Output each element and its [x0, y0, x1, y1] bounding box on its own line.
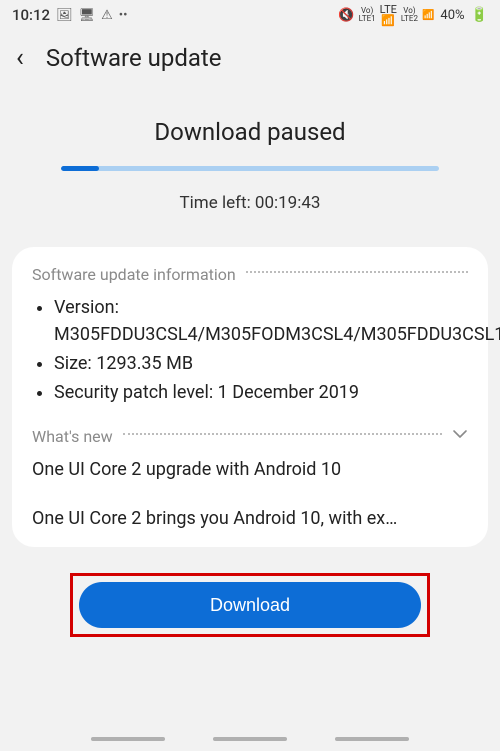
- sim2-bot: LTE2: [401, 15, 418, 23]
- divider-dots: [123, 433, 442, 435]
- sim1-bot: LTE1: [359, 15, 376, 23]
- screen-icon: 🖥: [79, 8, 96, 23]
- battery-percentage: 40%: [440, 8, 464, 23]
- nav-back[interactable]: [335, 737, 409, 741]
- divider-dots: [246, 271, 468, 273]
- download-status: Download paused Time left: 00:19:43: [0, 82, 500, 213]
- download-status-title: Download paused: [24, 118, 476, 146]
- mute-icon: 🔇: [338, 8, 354, 23]
- info-section-header: Software update information: [32, 265, 468, 284]
- whats-new-line2: One UI Core 2 brings you Android 10, wit…: [32, 508, 468, 529]
- back-button[interactable]: ‹: [16, 45, 24, 71]
- header: ‹ Software update: [0, 30, 500, 82]
- status-left: 10:12 🖼 🖥 ⚠ ••: [12, 6, 128, 24]
- network-type: LTE 📶: [380, 4, 397, 26]
- sim2-indicator: Vo) LTE2: [401, 7, 418, 23]
- nav-home[interactable]: [213, 737, 287, 741]
- update-info-card: Software update information Version: M30…: [12, 247, 488, 547]
- info-section-label: Software update information: [32, 265, 236, 284]
- more-icon: ••: [119, 8, 128, 23]
- nav-recents[interactable]: [91, 737, 165, 741]
- info-item-security: Security patch level: 1 December 2019: [54, 379, 468, 406]
- whats-new-line1: One UI Core 2 upgrade with Android 10: [32, 457, 468, 482]
- battery-icon: 🔋: [471, 7, 488, 23]
- navigation-bar: [0, 737, 500, 741]
- status-time: 10:12: [12, 6, 50, 24]
- page-title: Software update: [46, 44, 222, 72]
- info-list: Version: M305FDDU3CSL4/M305FODM3CSL4/M30…: [32, 294, 468, 406]
- signal-bars-2-icon: 📶: [422, 10, 434, 21]
- download-button-highlight: Download: [70, 573, 430, 637]
- progress-fill: [61, 166, 99, 171]
- chevron-down-icon[interactable]: [452, 426, 468, 447]
- progress-bar: [61, 166, 439, 171]
- download-button[interactable]: Download: [79, 582, 421, 628]
- warning-icon: ⚠: [101, 8, 113, 23]
- sim1-indicator: Vo) LTE1: [359, 7, 376, 23]
- status-right: 🔇 Vo) LTE1 LTE 📶 Vo) LTE2 📶 40% 🔋: [338, 4, 488, 26]
- info-item-size: Size: 1293.35 MB: [54, 350, 468, 377]
- signal-bars-icon: 📶: [381, 15, 395, 26]
- whats-new-header[interactable]: What's new: [32, 426, 468, 447]
- time-left: Time left: 00:19:43: [24, 193, 476, 213]
- info-item-version: Version: M305FDDU3CSL4/M305FODM3CSL4/M30…: [54, 294, 468, 348]
- status-bar: 10:12 🖼 🖥 ⚠ •• 🔇 Vo) LTE1 LTE 📶 Vo) LTE2…: [0, 0, 500, 30]
- whats-new-label: What's new: [32, 427, 113, 446]
- image-icon: 🖼: [56, 8, 73, 23]
